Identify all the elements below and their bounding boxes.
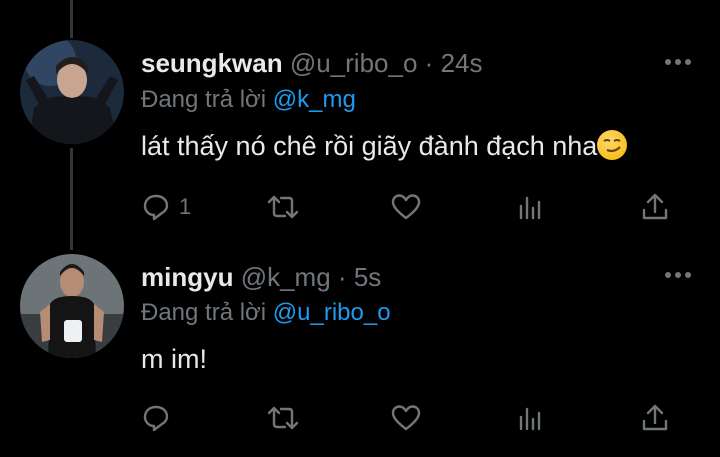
retweet-button[interactable] xyxy=(265,192,301,222)
tweet[interactable]: seungkwan @u_ribo_o · 24s Đang trả lời @… xyxy=(0,0,720,245)
retweet-button[interactable] xyxy=(265,403,301,433)
replying-to-label: Đang trả lời xyxy=(141,299,267,326)
share-button[interactable] xyxy=(640,403,670,433)
retweet-icon xyxy=(267,406,299,430)
like-button[interactable] xyxy=(390,192,422,222)
separator-dot: · xyxy=(424,48,434,78)
reply-count: 1 xyxy=(179,194,192,219)
replying-to: Đang trả lời @k_mg xyxy=(141,86,356,114)
reply-button[interactable]: 1 xyxy=(141,192,191,222)
more-options-icon[interactable] xyxy=(664,270,692,280)
timestamp[interactable]: 5s xyxy=(354,262,381,292)
analytics-icon xyxy=(519,196,541,220)
tweet-text: m im! xyxy=(141,344,207,375)
tweet[interactable]: mingyu @k_mg · 5s Đang trả lời @u_ribo_o… xyxy=(0,245,720,457)
analytics-icon xyxy=(519,407,541,431)
tweet-text-content: m im! xyxy=(141,344,207,374)
heart-icon xyxy=(391,194,421,220)
avatar[interactable] xyxy=(20,254,124,358)
reply-icon xyxy=(143,405,169,432)
share-icon xyxy=(642,404,668,431)
views-button[interactable] xyxy=(516,192,546,222)
more-options-icon[interactable] xyxy=(664,57,692,67)
separator-dot: · xyxy=(337,262,347,292)
user-handle[interactable]: @u_ribo_o xyxy=(290,48,418,78)
reply-button[interactable] xyxy=(141,403,179,433)
tweet-text-content: lát thấy nó chê rồi giãy đành đạch nha xyxy=(141,131,598,161)
like-button[interactable] xyxy=(390,403,422,433)
share-icon xyxy=(642,193,668,220)
mention-link[interactable]: @k_mg xyxy=(273,86,356,113)
tweet-header: mingyu @k_mg · 5s xyxy=(141,262,381,293)
mention-link[interactable]: @u_ribo_o xyxy=(273,299,391,326)
avatar[interactable] xyxy=(20,40,124,144)
tweet-text: lát thấy nó chê rồi giãy đành đạch nha xyxy=(141,130,628,162)
share-button[interactable] xyxy=(640,192,670,222)
user-handle[interactable]: @k_mg xyxy=(241,262,331,292)
replying-to: Đang trả lời @u_ribo_o xyxy=(141,299,391,327)
heart-icon xyxy=(391,405,421,431)
display-name[interactable]: mingyu xyxy=(141,262,233,292)
timestamp[interactable]: 24s xyxy=(441,48,483,78)
reply-icon xyxy=(143,194,169,221)
retweet-icon xyxy=(267,195,299,219)
smirking-face-emoji xyxy=(597,130,628,160)
replying-to-label: Đang trả lời xyxy=(141,86,267,113)
display-name[interactable]: seungkwan xyxy=(141,48,283,78)
views-button[interactable] xyxy=(516,403,546,433)
tweet-header: seungkwan @u_ribo_o · 24s xyxy=(141,48,482,79)
